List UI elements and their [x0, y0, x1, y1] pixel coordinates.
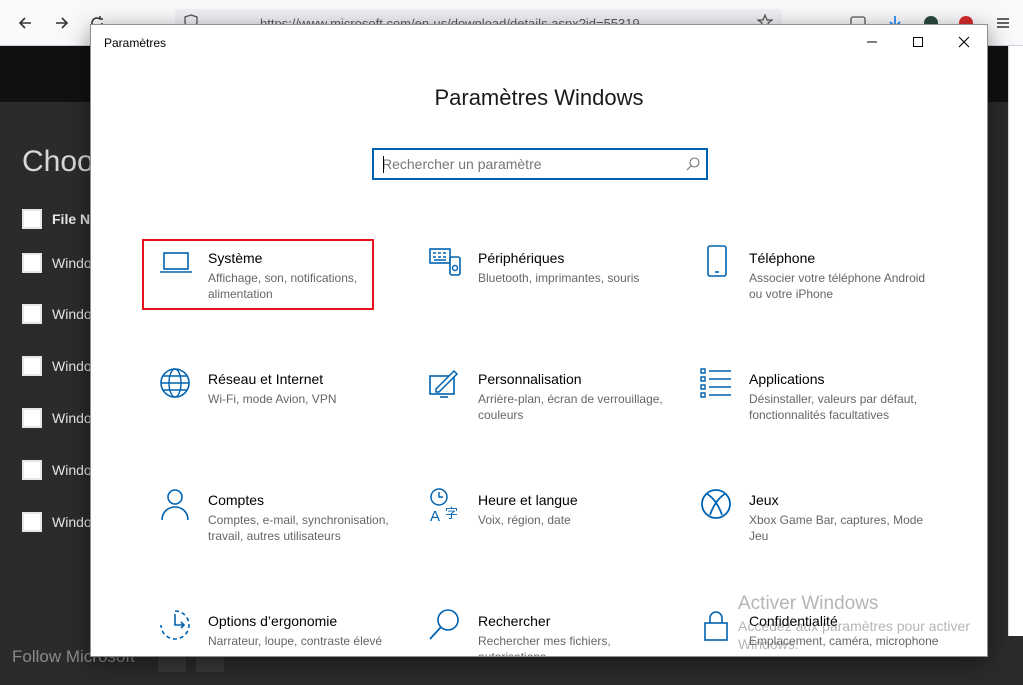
- tile-title: Rechercher: [478, 613, 551, 629]
- window-title: Paramètres: [104, 36, 167, 50]
- tile-description: Comptes, e-mail, synchronisation, travai…: [208, 513, 389, 543]
- tile-peripheriques[interactable]: Périphériques Bluetooth, imprimantes, so…: [428, 245, 668, 325]
- tile-description: Bluetooth, imprimantes, souris: [478, 271, 640, 285]
- browser-scrollbar[interactable]: [1008, 46, 1023, 636]
- search-icon[interactable]: [685, 156, 701, 172]
- watermark-subtitle: Accédez aux paramètres pour activer Wind…: [738, 618, 970, 652]
- tile-personnalisation[interactable]: Personnalisation Arrière-plan, écran de …: [428, 366, 668, 446]
- person-icon: [158, 487, 194, 523]
- personalization-icon: [428, 366, 464, 402]
- tile-rechercher[interactable]: Rechercher Rechercher mes fichiers, auto…: [428, 608, 668, 657]
- search-input[interactable]: [382, 154, 672, 174]
- web-row[interactable]: Windo: [22, 459, 92, 481]
- checkbox[interactable]: [22, 253, 42, 273]
- tile-title: Options d’ergonomie: [208, 613, 338, 629]
- checkbox[interactable]: [22, 356, 42, 376]
- ease-of-access-icon: [158, 608, 194, 644]
- web-row[interactable]: Windo: [22, 252, 92, 274]
- tile-jeux[interactable]: Jeux Xbox Game Bar, captures, Mode Jeu: [699, 487, 939, 567]
- tile-title: Personnalisation: [478, 371, 582, 387]
- settings-window: Paramètres Paramètres Windows Système Af…: [90, 24, 988, 657]
- tile-title: Applications: [749, 371, 825, 387]
- forward-arrow-icon[interactable]: [51, 12, 73, 34]
- tile-options-ergonomie[interactable]: Options d’ergonomie Narrateur, loupe, co…: [158, 608, 398, 656]
- svg-text:字: 字: [445, 506, 458, 521]
- checkbox[interactable]: [22, 408, 42, 428]
- checkbox[interactable]: [22, 209, 42, 229]
- tile-telephone[interactable]: Téléphone Associer votre téléphone Andro…: [699, 245, 939, 325]
- lock-icon: [699, 608, 735, 644]
- devices-icon: [428, 245, 464, 281]
- minimize-button[interactable]: [849, 25, 895, 58]
- back-arrow-icon[interactable]: [14, 12, 36, 34]
- search-box[interactable]: [372, 148, 708, 180]
- tile-description: Arrière-plan, écran de verrouillage, cou…: [478, 392, 663, 422]
- tile-title: Périphériques: [478, 250, 565, 266]
- tile-description: Xbox Game Bar, captures, Mode Jeu: [749, 513, 924, 543]
- title-bar[interactable]: Paramètres: [91, 25, 987, 59]
- time-language-icon: A字: [428, 487, 464, 525]
- svg-text:A: A: [430, 508, 440, 523]
- tile-title: Comptes: [208, 492, 265, 508]
- web-row[interactable]: Windo: [22, 511, 92, 533]
- tile-description: Wi-Fi, mode Avion, VPN: [208, 392, 337, 406]
- web-row-header[interactable]: File N: [22, 208, 90, 230]
- tile-title: Heure et langue: [478, 492, 578, 508]
- tile-title: Réseau et Internet: [208, 371, 324, 387]
- web-row-label: Windo: [52, 306, 92, 322]
- tile-description: Associer votre téléphone Android ou votr…: [749, 271, 926, 301]
- web-row-label: Windo: [52, 462, 92, 478]
- search-icon: [428, 608, 464, 644]
- tile-description: Narrateur, loupe, contraste élevé: [208, 634, 383, 648]
- web-row-label: Windo: [52, 255, 92, 271]
- web-page-title: Choo: [22, 145, 94, 178]
- menu-icon[interactable]: [994, 14, 1012, 32]
- close-button[interactable]: [941, 25, 987, 58]
- tile-applications[interactable]: Applications Désinstaller, valeurs par d…: [699, 366, 939, 446]
- checkbox[interactable]: [22, 304, 42, 324]
- web-row[interactable]: Windo: [22, 407, 92, 429]
- tile-description: Voix, région, date: [478, 513, 571, 527]
- checkbox[interactable]: [22, 512, 42, 532]
- web-row-label: File N: [52, 211, 91, 227]
- text-caret: [383, 156, 384, 173]
- xbox-icon: [699, 487, 735, 523]
- tile-reseau-internet[interactable]: Réseau et Internet Wi-Fi, mode Avion, VP…: [158, 366, 398, 446]
- phone-icon: [699, 245, 735, 281]
- web-row-label: Windo: [52, 358, 92, 374]
- web-row[interactable]: Windo: [22, 355, 92, 377]
- tile-description: Rechercher mes fichiers, autorisations: [478, 634, 611, 657]
- web-row-label: Windo: [52, 514, 92, 530]
- tile-title: Téléphone: [749, 250, 816, 266]
- maximize-button[interactable]: [895, 25, 941, 58]
- tile-description: Désinstaller, valeurs par défaut, foncti…: [749, 392, 918, 422]
- tile-comptes[interactable]: Comptes Comptes, e-mail, synchronisation…: [158, 487, 398, 567]
- globe-icon: [158, 366, 194, 402]
- activation-watermark: Activer Windows Accédez aux paramètres p…: [738, 593, 1023, 653]
- web-row[interactable]: Windo: [22, 303, 92, 325]
- watermark-title: Activer Windows: [738, 593, 879, 614]
- web-row-label: Windo: [52, 410, 92, 426]
- tile-title: Jeux: [749, 492, 779, 508]
- tile-heure-langue[interactable]: A字 Heure et langue Voix, région, date: [428, 487, 668, 567]
- apps-icon: [699, 366, 735, 402]
- page-title: Paramètres Windows: [434, 85, 644, 110]
- checkbox[interactable]: [22, 460, 42, 480]
- highlight-annotation: [142, 239, 374, 310]
